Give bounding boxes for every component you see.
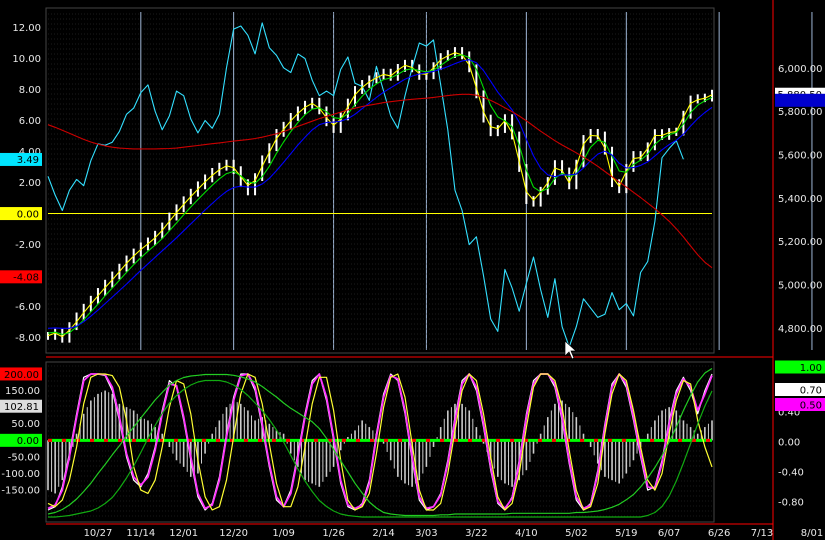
x-axis-tick-label: 8/01 [801, 528, 823, 539]
right-axis-tick-label: 5,800.00 [778, 107, 823, 118]
x-axis-tick-label: 6/26 [708, 528, 730, 539]
x-axis-tick-label: 6/07 [658, 528, 680, 539]
price-panel-frame [45, 7, 715, 354]
indicator-left-tick-label: -150.00 [1, 486, 40, 497]
indicator-right-marker: 1.00 [800, 363, 822, 374]
x-axis-tick-label: 5/19 [615, 528, 637, 539]
x-axis-tick-label: 12/20 [219, 528, 248, 539]
indicator-left-marker: 200.00 [4, 370, 39, 381]
indicator-right-marker: 0.70 [800, 385, 822, 396]
left-axis-tick-label: 12.00 [12, 23, 41, 34]
left-axis-tick-label: 6.00 [19, 116, 41, 127]
right-axis-tick-label: 6,000.00 [778, 64, 823, 75]
right-axis-tick-label: 5,600.00 [778, 151, 823, 162]
right-axis-marker: 5,852.50 [777, 96, 822, 107]
left-axis-tick-label: 2.00 [19, 178, 41, 189]
x-axis-tick-label: 3/03 [415, 528, 437, 539]
right-axis-tick-label: 4,800.00 [778, 324, 823, 335]
right-axis-tick-label: 5,400.00 [778, 194, 823, 205]
x-axis-tick-label: 4/10 [515, 528, 537, 539]
left-axis-marker: -4.08 [13, 273, 39, 284]
right-axis-tick-label: 5,000.00 [778, 281, 823, 292]
indicator-left-marker: 0.00 [17, 436, 39, 447]
left-axis-tick-label: -6.00 [15, 302, 41, 313]
x-axis-tick-label: 1/26 [322, 528, 344, 539]
x-axis-tick-label: 10/27 [84, 528, 113, 539]
indicator-right-marker: 0.50 [800, 400, 822, 411]
indicator-right-tick-label: -0.40 [778, 468, 804, 479]
indicator-left-marker: 102.81 [4, 402, 39, 413]
left-axis-tick-label: 10.00 [12, 54, 41, 65]
indicator-right-tick-label: 0.00 [778, 438, 800, 449]
x-axis-tick-label: 11/14 [126, 528, 155, 539]
left-axis-tick-label: 8.00 [19, 85, 41, 96]
market-chart: 12.0010.008.006.004.002.000.00-2.00-4.00… [0, 0, 825, 540]
x-axis-tick-label: 5/02 [565, 528, 587, 539]
x-axis-tick-label: 12/01 [169, 528, 198, 539]
x-axis-tick-label: 7/13 [751, 528, 773, 539]
left-axis-marker: 0.00 [17, 209, 39, 220]
left-axis-tick-label: -2.00 [15, 240, 41, 251]
indicator-left-tick-label: 150.00 [5, 386, 40, 397]
indicator-right-tick-label: -0.80 [778, 498, 804, 509]
x-axis-tick-label: 1/09 [272, 528, 294, 539]
indicator-left-tick-label: 50.00 [11, 419, 40, 430]
x-axis-tick-label: 3/22 [465, 528, 487, 539]
indicator-left-tick-label: -50.00 [8, 452, 40, 463]
left-axis-marker: 3.49 [17, 155, 39, 166]
indicator-left-tick-label: -100.00 [1, 469, 40, 480]
right-axis-tick-label: 5,200.00 [778, 237, 823, 248]
x-axis-tick-label: 2/14 [372, 528, 394, 539]
left-axis-tick-label: -8.00 [15, 333, 41, 344]
